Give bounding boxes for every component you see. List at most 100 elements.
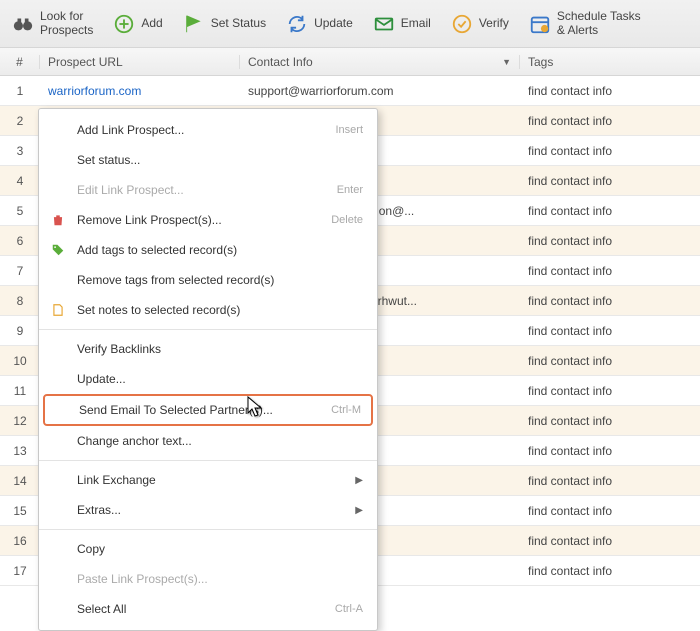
header-tags[interactable]: Tags [520, 55, 700, 69]
row-number: 3 [0, 144, 40, 158]
table-header: # Prospect URL Contact Info ▼ Tags [0, 48, 700, 76]
menu-separator [39, 460, 377, 461]
toolbar-label: Schedule Tasks & Alerts [557, 10, 641, 36]
toolbar: Look for Prospects Add Set Status Update… [0, 0, 700, 48]
header-num[interactable]: # [0, 55, 40, 69]
menu-add-link-prospect[interactable]: Add Link Prospect... Insert [39, 115, 377, 145]
tags-cell: find contact info [520, 444, 700, 458]
tags-cell: find contact info [520, 234, 700, 248]
toolbar-label: Update [314, 17, 353, 30]
email-button[interactable]: Email [367, 9, 437, 39]
row-number: 7 [0, 264, 40, 278]
row-number: 12 [0, 414, 40, 428]
binoculars-icon [12, 13, 34, 35]
menu-extras[interactable]: Extras... ▶ [39, 495, 377, 525]
contact-info: support@warriorforum.com [240, 84, 520, 98]
menu-separator [39, 329, 377, 330]
tags-cell: find contact info [520, 414, 700, 428]
row-number: 4 [0, 174, 40, 188]
blank-icon [49, 501, 67, 519]
tags-cell: find contact info [520, 294, 700, 308]
row-number: 16 [0, 534, 40, 548]
toolbar-label: Verify [479, 17, 509, 30]
menu-paste: Paste Link Prospect(s)... [39, 564, 377, 594]
tags-cell: find contact info [520, 204, 700, 218]
blank-icon [49, 271, 67, 289]
tags-cell: find contact info [520, 114, 700, 128]
menu-change-anchor[interactable]: Change anchor text... [39, 426, 377, 456]
row-number: 1 [0, 84, 40, 98]
menu-set-status[interactable]: Set status... [39, 145, 377, 175]
toolbar-label: Look for Prospects [40, 10, 93, 36]
blank-icon [49, 151, 67, 169]
menu-remove-tags[interactable]: Remove tags from selected record(s) [39, 265, 377, 295]
update-button[interactable]: Update [280, 9, 359, 39]
tags-cell: find contact info [520, 474, 700, 488]
submenu-arrow-icon: ▶ [355, 475, 363, 486]
blank-icon [49, 471, 67, 489]
context-menu: Add Link Prospect... Insert Set status..… [38, 108, 378, 631]
menu-select-all[interactable]: Select All Ctrl-A [39, 594, 377, 624]
blank-icon [49, 121, 67, 139]
refresh-icon [286, 13, 308, 35]
dropdown-arrow-icon[interactable]: ▼ [502, 57, 511, 67]
blank-icon [49, 570, 67, 588]
menu-update[interactable]: Update... [39, 364, 377, 394]
tags-cell: find contact info [520, 324, 700, 338]
check-circle-icon [451, 13, 473, 35]
add-button[interactable]: Add [107, 9, 168, 39]
tag-icon [49, 241, 67, 259]
blank-icon [51, 401, 69, 419]
set-status-button[interactable]: Set Status [177, 9, 272, 39]
tags-cell: find contact info [520, 264, 700, 278]
look-for-prospects-button[interactable]: Look for Prospects [6, 6, 99, 40]
menu-add-tags[interactable]: Add tags to selected record(s) [39, 235, 377, 265]
trash-icon [49, 211, 67, 229]
verify-button[interactable]: Verify [445, 9, 515, 39]
blank-icon [49, 370, 67, 388]
menu-copy[interactable]: Copy [39, 534, 377, 564]
table-row[interactable]: 1warriorforum.comsupport@warriorforum.co… [0, 76, 700, 106]
blank-icon [49, 600, 67, 618]
toolbar-label: Add [141, 17, 162, 30]
blank-icon [49, 181, 67, 199]
row-number: 5 [0, 204, 40, 218]
tags-cell: find contact info [520, 354, 700, 368]
tags-cell: find contact info [520, 144, 700, 158]
menu-remove-link-prospect[interactable]: Remove Link Prospect(s)... Delete [39, 205, 377, 235]
schedule-button[interactable]: Schedule Tasks & Alerts [523, 6, 647, 40]
note-icon [49, 301, 67, 319]
header-contact-info[interactable]: Contact Info ▼ [240, 55, 520, 69]
tags-cell: find contact info [520, 384, 700, 398]
submenu-arrow-icon: ▶ [355, 505, 363, 516]
tags-cell: find contact info [520, 534, 700, 548]
row-number: 8 [0, 294, 40, 308]
tags-cell: find contact info [520, 564, 700, 578]
menu-link-exchange[interactable]: Link Exchange ▶ [39, 465, 377, 495]
toolbar-label: Set Status [211, 17, 266, 30]
row-number: 14 [0, 474, 40, 488]
row-number: 6 [0, 234, 40, 248]
header-prospect-url[interactable]: Prospect URL [40, 55, 240, 69]
row-number: 13 [0, 444, 40, 458]
row-number: 9 [0, 324, 40, 338]
blank-icon [49, 340, 67, 358]
blank-icon [49, 540, 67, 558]
plus-circle-icon [113, 13, 135, 35]
menu-verify-backlinks[interactable]: Verify Backlinks [39, 334, 377, 364]
blank-icon [49, 432, 67, 450]
menu-separator [39, 529, 377, 530]
prospect-url-link[interactable]: warriorforum.com [40, 84, 240, 98]
calendar-icon [529, 13, 551, 35]
menu-edit-link-prospect: Edit Link Prospect... Enter [39, 175, 377, 205]
row-number: 2 [0, 114, 40, 128]
tags-cell: find contact info [520, 174, 700, 188]
envelope-icon [373, 13, 395, 35]
row-number: 11 [0, 384, 40, 398]
menu-send-email[interactable]: Send Email To Selected Partner(s)... Ctr… [43, 394, 373, 426]
row-number: 15 [0, 504, 40, 518]
tags-cell: find contact info [520, 504, 700, 518]
menu-set-notes[interactable]: Set notes to selected record(s) [39, 295, 377, 325]
tags-cell: find contact info [520, 84, 700, 98]
row-number: 10 [0, 354, 40, 368]
